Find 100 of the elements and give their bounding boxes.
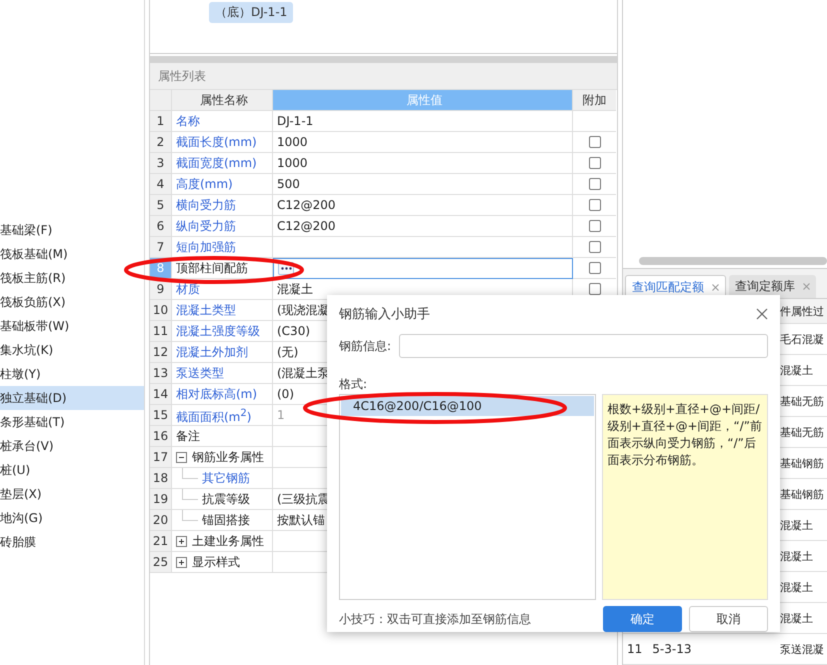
row-number[interactable]: 13 — [150, 363, 172, 384]
table-cell: 毛石混凝 — [780, 332, 824, 346]
property-value: (C30) — [277, 323, 310, 340]
field-label: 格式: — [339, 376, 368, 393]
checkbox[interactable] — [588, 283, 600, 295]
column-header[interactable]: 附加 — [573, 90, 616, 111]
checkbox[interactable] — [588, 157, 600, 169]
tip-text: 小技巧：双击可直接添加至钢筋信息 — [339, 610, 532, 628]
collapse-icon[interactable] — [176, 452, 187, 462]
expand-icon[interactable] — [176, 556, 187, 568]
property-name: 混凝土外加剂 — [176, 344, 248, 361]
property-name: 名称 — [176, 113, 200, 130]
property-name: 备注 — [176, 428, 200, 445]
property-name: 混凝土类型 — [176, 302, 236, 319]
scrollbar-thumb[interactable] — [639, 257, 827, 265]
tab[interactable]: 查询定额库 — [729, 275, 816, 298]
property-name: 钢筋业务属性 — [192, 449, 264, 466]
header-corner — [150, 90, 172, 111]
property-value: 混凝土 — [277, 281, 313, 298]
row-number[interactable]: 1 — [150, 111, 172, 132]
row-number[interactable]: 11 — [150, 321, 172, 342]
table-cell: 混凝土 — [780, 580, 813, 594]
sidebar-item[interactable]: 筏板基础(M) — [0, 242, 144, 266]
close-icon[interactable] — [756, 308, 768, 320]
checkbox[interactable] — [588, 220, 600, 232]
row-number[interactable]: 7 — [150, 237, 172, 258]
property-value: (无) — [277, 344, 298, 361]
row-number[interactable]: 25 — [150, 552, 172, 573]
expand-icon[interactable] — [176, 536, 187, 546]
table-cell: 混凝土 — [780, 362, 813, 378]
row-number[interactable]: 20 — [150, 510, 172, 531]
row-number[interactable]: 6 — [150, 216, 172, 237]
property-value: C12@200 — [277, 197, 336, 214]
property-name: 顶部柱间配筋 — [176, 260, 248, 277]
column-header[interactable]: 属性名称 — [172, 90, 273, 111]
row-number[interactable]: 19 — [150, 489, 172, 510]
table-cell: 基础钢筋 — [780, 456, 824, 470]
checkbox[interactable] — [588, 262, 600, 274]
row-number[interactable]: 21 — [150, 531, 172, 552]
component-tag[interactable]: （底）DJ-1-1 — [209, 2, 294, 23]
panel-title: 属性列表 — [150, 63, 617, 90]
sidebar-item[interactable]: 筏板负筋(X) — [0, 290, 144, 314]
close-icon[interactable] — [712, 284, 719, 290]
property-name: 相对底标高(m) — [176, 386, 258, 403]
row-number[interactable]: 15 — [150, 405, 172, 426]
row-number[interactable]: 2 — [150, 132, 172, 153]
sidebar-item[interactable]: 砖胎膜 — [0, 530, 144, 554]
property-value: DJ-1-1 — [277, 113, 314, 130]
cancel-button[interactable]: 取消 — [689, 606, 768, 632]
field-label: 钢筋信息: — [339, 338, 392, 355]
row-number: 11 — [627, 642, 642, 656]
row-number[interactable]: 5 — [150, 195, 172, 216]
property-name: 横向受力筋 — [176, 197, 236, 214]
property-name: 显示样式 — [192, 554, 240, 571]
table-cell: 混凝土 — [780, 548, 813, 564]
format-description: 根数+级别+直径+@+间距/级别+直径+@+间距，“/”前面表示纵向受力钢筋，“/”后面表示分布钢筋。 — [602, 394, 768, 600]
row-number[interactable]: 3 — [150, 153, 172, 174]
table-cell: 泵送混凝 — [780, 642, 824, 656]
sidebar-item[interactable]: 桩承台(V) — [0, 434, 144, 458]
table-cell: 5-3-13 — [652, 642, 692, 656]
table-cell: 混凝土 — [780, 518, 813, 532]
property-value: 按默认锚 — [277, 512, 325, 529]
sidebar-item[interactable]: 基础板带(W) — [0, 314, 144, 338]
property-name: 截面长度(mm) — [176, 134, 257, 151]
property-name: 材质 — [176, 281, 200, 298]
sidebar-item[interactable]: 集水坑(K) — [0, 338, 144, 362]
row-number[interactable]: 14 — [150, 384, 172, 405]
property-name: 泵送类型 — [176, 365, 224, 382]
sidebar-item[interactable]: 桩(U) — [0, 458, 144, 482]
sidebar-item[interactable]: 筏板主筋(R) — [0, 266, 144, 290]
row-number[interactable]: 12 — [150, 342, 172, 363]
sidebar-item[interactable]: 独立基础(D) — [0, 386, 144, 410]
sidebar-item[interactable]: 垫层(X) — [0, 482, 144, 506]
checkbox[interactable] — [588, 241, 600, 253]
property-value: (0) — [277, 386, 294, 403]
property-name: 截面面积(m$^{2}$) — [176, 406, 252, 425]
checkbox[interactable] — [588, 178, 600, 190]
value-input-field[interactable] — [273, 258, 573, 279]
property-name: 短向加强筋 — [176, 239, 236, 256]
sidebar-item[interactable]: 地沟(G) — [0, 506, 144, 530]
property-name: 截面宽度(mm) — [176, 155, 257, 172]
row-number[interactable]: 17 — [150, 447, 172, 468]
column-header[interactable]: 件属性过 — [780, 304, 824, 318]
property-value: 1 — [277, 407, 285, 424]
dots-icon — [280, 267, 292, 270]
sidebar-item[interactable]: 基础梁(F) — [0, 218, 144, 242]
property-value: 1000 — [277, 134, 308, 151]
row-number[interactable]: 4 — [150, 174, 172, 195]
ok-button[interactable]: 确定 — [603, 606, 682, 632]
row-number[interactable]: 10 — [150, 300, 172, 321]
property-value: 1000 — [277, 155, 308, 172]
checkbox[interactable] — [588, 199, 600, 211]
sidebar-item[interactable]: 条形基础(T) — [0, 410, 144, 434]
checkbox[interactable] — [588, 136, 600, 148]
table-cell: 基础无筋 — [780, 394, 824, 408]
row-number[interactable]: 16 — [150, 426, 172, 447]
row-number[interactable]: 18 — [150, 468, 172, 489]
table-cell: 基础钢筋 — [780, 486, 824, 502]
rebar-info-field[interactable] — [399, 334, 768, 358]
sidebar-item[interactable]: 柱墩(Y) — [0, 362, 144, 386]
